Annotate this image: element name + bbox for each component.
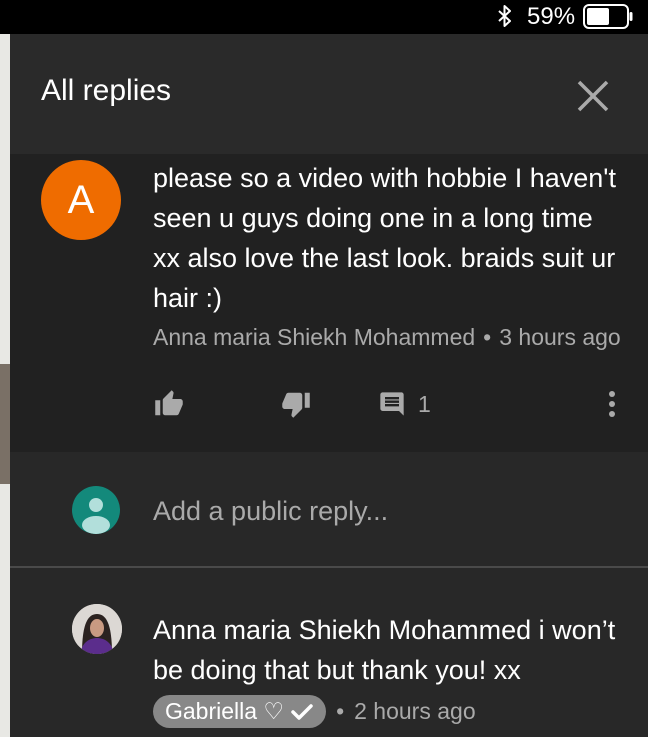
user-avatar — [72, 486, 120, 534]
dislike-button[interactable] — [280, 386, 312, 422]
page-title: All replies — [41, 74, 172, 107]
comment-timestamp: 3 hours ago — [499, 324, 621, 350]
close-icon — [577, 80, 609, 112]
reply-count: 1 — [418, 390, 431, 417]
reply-meta-separator: • — [336, 698, 345, 724]
background-video-edge — [0, 34, 10, 737]
reply-item: Anna maria Shiekh Mohammed i won’t be do… — [10, 568, 648, 737]
reply-author-badge[interactable]: Gabriella ♡ — [153, 695, 327, 728]
default-user-icon — [82, 498, 110, 534]
battery-percentage: 59% — [527, 3, 576, 30]
reply-author: Gabriella ♡ — [165, 698, 285, 724]
replies-panel: All replies A please so a video with hob… — [10, 34, 648, 737]
reply-text: Anna maria Shiekh Mohammed i won’t be do… — [153, 615, 616, 685]
comment-author[interactable]: Anna maria Shiekh Mohammed — [153, 324, 475, 350]
thumb-down-icon — [282, 392, 310, 418]
verified-check-icon — [291, 703, 313, 720]
close-button[interactable] — [574, 77, 612, 115]
add-reply-row[interactable]: Add a public reply... — [10, 452, 648, 566]
parent-comment: A please so a video with hobbie I haven'… — [10, 154, 648, 452]
bluetooth-icon — [498, 5, 511, 27]
panel-header: All replies — [10, 34, 648, 154]
meta-separator: • — [483, 324, 492, 350]
replies-button[interactable]: 1 — [378, 386, 431, 422]
reply-comment-icon — [380, 392, 404, 416]
comment-meta: Anna maria Shiekh Mohammed • 3 hours ago — [153, 324, 621, 351]
status-bar: 59% — [0, 0, 648, 34]
profile-photo-icon — [72, 604, 122, 654]
like-button[interactable] — [153, 386, 185, 422]
comment-text: please so a video with hobbie I haven't … — [153, 163, 616, 313]
more-options-button[interactable] — [602, 386, 622, 422]
more-vert-icon — [609, 391, 615, 417]
reply-input[interactable]: Add a public reply... — [153, 496, 388, 527]
reply-timestamp: 2 hours ago — [354, 698, 476, 724]
thumb-up-icon — [155, 390, 183, 416]
avatar[interactable]: A — [41, 160, 121, 240]
avatar[interactable] — [72, 604, 122, 654]
battery-icon — [583, 4, 633, 29]
reply-meta: Gabriella ♡ • 2 hours ago — [153, 695, 476, 728]
